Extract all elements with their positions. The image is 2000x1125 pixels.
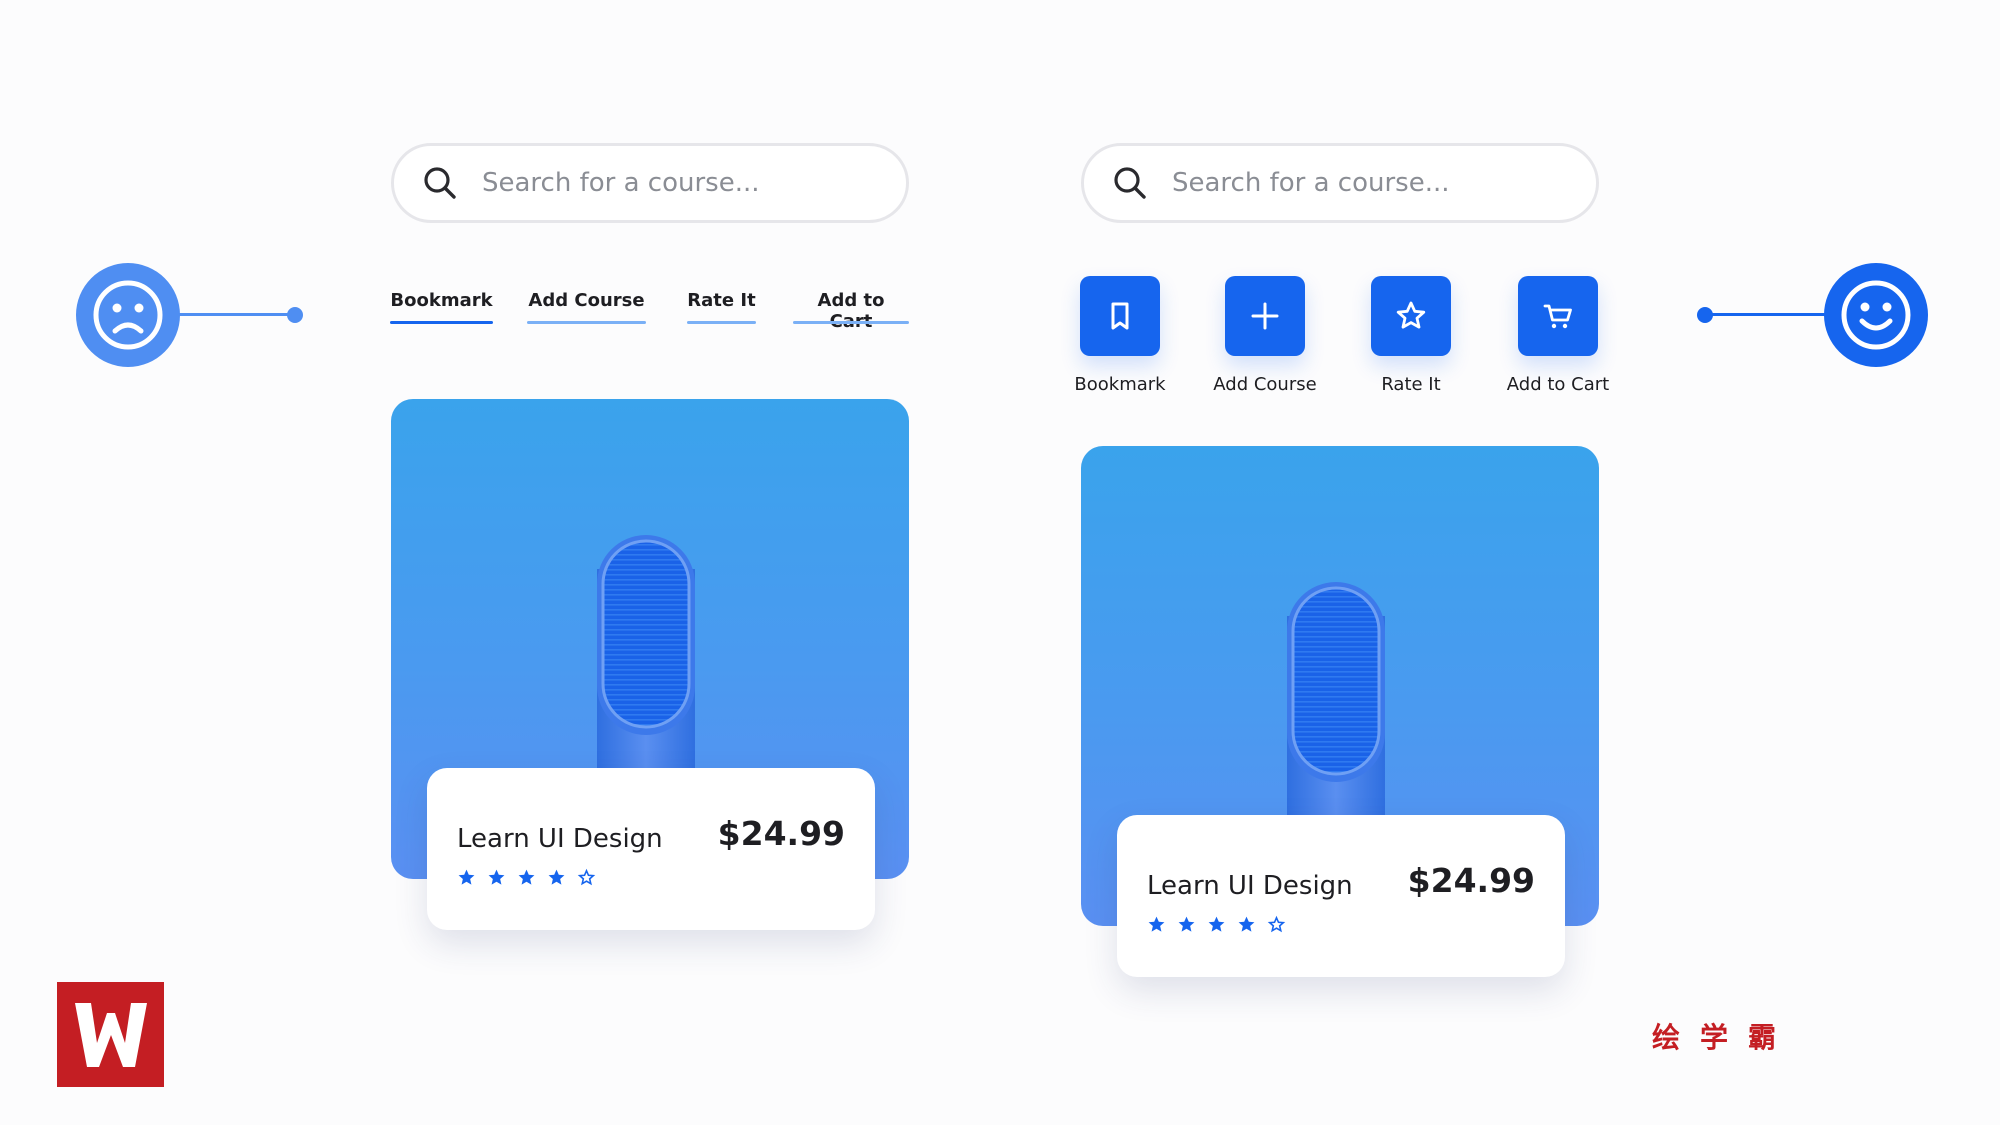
connector-dot-left <box>287 307 303 323</box>
rate-it-button[interactable]: Rate It <box>1336 276 1486 395</box>
search-bar-right[interactable] <box>1081 143 1599 223</box>
tab-bookmark[interactable]: Bookmark <box>390 290 493 324</box>
star-filled-icon <box>458 869 475 885</box>
tab-underline-active <box>390 321 493 324</box>
star-outline-icon <box>1267 915 1286 933</box>
search-input-left[interactable] <box>482 168 862 198</box>
bookmark-label: Bookmark <box>1074 374 1166 395</box>
tab-add-course[interactable]: Add Course <box>527 290 646 324</box>
star-filled-icon <box>1238 916 1255 932</box>
star-filled-icon <box>548 869 565 885</box>
tab-rate-it[interactable]: Rate It <box>687 290 756 324</box>
add-course-button[interactable]: Add Course <box>1190 276 1340 395</box>
course-info-card-right[interactable]: Learn UI Design $24.99 <box>1117 815 1565 977</box>
search-bar-left[interactable] <box>391 143 909 223</box>
tab-add-course-label: Add Course <box>528 290 645 311</box>
add-course-button-tile[interactable] <box>1225 276 1305 356</box>
course-info-card-left[interactable]: Learn UI Design $24.99 <box>427 768 875 930</box>
add-course-label: Add Course <box>1213 374 1317 395</box>
star-filled-icon <box>1148 916 1165 932</box>
add-to-cart-label: Add to Cart <box>1506 374 1610 395</box>
tab-underline <box>527 321 646 324</box>
mood-connector-left <box>178 313 296 316</box>
add-to-cart-button-tile[interactable] <box>1518 276 1598 356</box>
star-filled-icon <box>488 869 505 885</box>
search-icon <box>1114 167 1146 199</box>
tab-bookmark-label: Bookmark <box>390 290 493 311</box>
bookmark-button[interactable]: Bookmark <box>1045 276 1195 395</box>
rating-stars <box>1147 915 1286 934</box>
search-input-right[interactable] <box>1172 168 1552 198</box>
tab-add-to-cart[interactable]: Add to Cart <box>793 290 909 332</box>
sad-face-icon <box>76 263 180 367</box>
star-filled-icon <box>518 869 535 885</box>
rating-stars <box>457 868 596 887</box>
course-title: Learn UI Design <box>1147 871 1353 901</box>
bookmark-icon <box>1111 302 1129 330</box>
rate-it-label: Rate It <box>1381 374 1441 395</box>
tab-add-to-cart-label: Add to Cart <box>817 290 885 332</box>
happy-face-icon <box>1824 263 1928 367</box>
star-filled-icon <box>1208 916 1225 932</box>
add-to-cart-button[interactable]: Add to Cart <box>1483 276 1633 395</box>
plus-icon <box>1251 302 1279 330</box>
w-logo-icon <box>74 1002 147 1067</box>
course-price: $24.99 <box>1407 861 1535 900</box>
cart-icon <box>1543 304 1572 329</box>
brand-logo <box>57 982 164 1087</box>
tab-rate-it-label: Rate It <box>687 290 756 311</box>
course-price: $24.99 <box>717 814 845 853</box>
mood-connector-right <box>1705 313 1825 316</box>
brand-watermark-text: 绘学霸 <box>1652 1021 1797 1054</box>
tab-underline <box>793 321 909 324</box>
star-outline-icon <box>577 868 596 886</box>
search-icon <box>424 167 456 199</box>
bookmark-button-tile[interactable] <box>1080 276 1160 356</box>
tab-underline <box>687 321 756 324</box>
star-icon <box>1396 301 1426 329</box>
star-filled-icon <box>1178 916 1195 932</box>
rate-it-button-tile[interactable] <box>1371 276 1451 356</box>
course-title: Learn UI Design <box>457 824 663 854</box>
